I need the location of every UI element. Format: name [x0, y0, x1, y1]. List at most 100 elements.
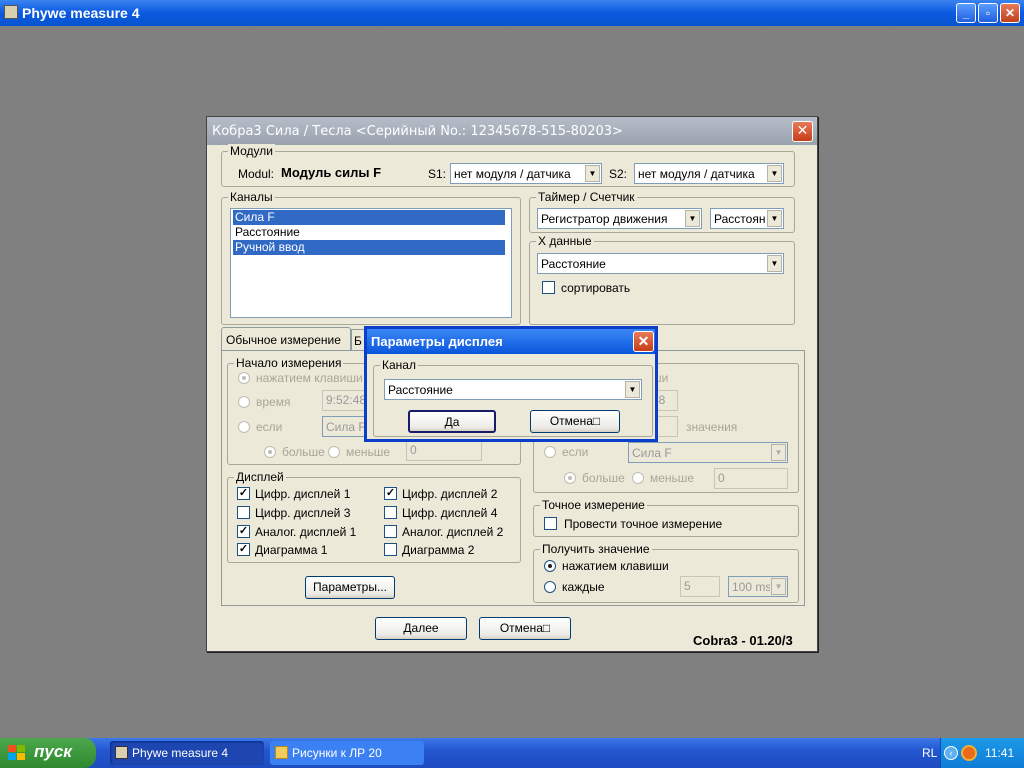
start-time-radio[interactable] [238, 396, 250, 408]
next-button[interactable]: Далее [375, 617, 467, 640]
display-checkbox[interactable] [384, 525, 397, 538]
channel-item[interactable]: Расстояние [233, 225, 505, 240]
display-checkbox[interactable]: ✓ [237, 525, 250, 538]
start-time-label: время [256, 395, 291, 409]
tray-app-icon[interactable] [961, 745, 977, 761]
stop-if-label: если [562, 445, 589, 459]
display-checkbox[interactable]: ✓ [237, 487, 250, 500]
xdata-legend: X данные [536, 234, 594, 248]
s1-select[interactable]: нет модуля / датчика ▼ [450, 163, 602, 184]
app-icon [4, 5, 18, 19]
start-threshold-input[interactable]: 0 [406, 440, 482, 461]
chevron-left-icon[interactable]: ‹ [944, 746, 958, 760]
timer-mode-select[interactable]: Регистратор движения ▼ [537, 208, 702, 229]
precise-checkbox[interactable] [544, 517, 557, 530]
display-checkbox[interactable] [384, 506, 397, 519]
start-button[interactable]: пуск [0, 738, 96, 768]
stop-less-radio[interactable] [632, 472, 644, 484]
minimize-button[interactable]: _ [956, 3, 976, 23]
display-checkbox[interactable]: ✓ [237, 543, 250, 556]
stop-if-radio[interactable] [544, 446, 556, 458]
start-less-radio[interactable] [328, 446, 340, 458]
channels-group: Каналы Сила F Расстояние Ручной ввод [221, 190, 521, 325]
s2-label: S2: [609, 167, 628, 181]
language-indicator[interactable]: RL [922, 746, 937, 760]
version-label: Cobra3 - 01.20/3 [693, 633, 793, 648]
display-checkbox[interactable] [384, 543, 397, 556]
popup-cancel-button[interactable]: Отмена□ [530, 410, 620, 433]
getvalue-unit-select[interactable]: 100 ms ▼ [728, 576, 788, 597]
window-title: Phywe measure 4 [22, 5, 140, 21]
xdata-select[interactable]: Расстояние ▼ [537, 253, 784, 274]
start-less-label: меньше [346, 445, 391, 459]
s1-value: нет модуля / датчика [454, 167, 571, 181]
getvalue-legend: Получить значение [540, 542, 652, 556]
display-label: Аналог. дисплей 2 [402, 525, 504, 539]
start-if-radio[interactable] [238, 421, 250, 433]
taskbar-item-label: Рисунки к ЛР 20 [292, 746, 382, 760]
stop-greater-radio[interactable] [564, 472, 576, 484]
popup-channel-select[interactable]: Расстояние ▼ [384, 379, 642, 400]
start-keypress-label: нажатием клавиши [256, 371, 363, 385]
maximize-button[interactable]: ▫ [978, 3, 998, 23]
stop-if-select[interactable]: Сила F ▼ [628, 442, 788, 463]
display-legend: Дисплей [234, 470, 286, 484]
chevron-down-icon: ▼ [767, 210, 782, 227]
tab-normal-measurement[interactable]: Обычное измерение [221, 327, 351, 351]
display-group: Дисплей ✓ Цифр. дисплей 1 ✓ Цифр. диспле… [227, 470, 521, 563]
window-title-bar[interactable]: Phywe measure 4 _ ▫ ✕ [0, 0, 1024, 26]
display-checkbox[interactable] [237, 506, 250, 519]
getvalue-keypress-radio[interactable] [544, 560, 556, 572]
close-window-button[interactable]: ✕ [1000, 3, 1020, 23]
channel-item[interactable]: Ручной ввод [233, 240, 505, 255]
s2-select[interactable]: нет модуля / датчика ▼ [634, 163, 784, 184]
channel-item[interactable]: Сила F [233, 210, 505, 225]
chevron-down-icon: ▼ [767, 165, 782, 182]
popup-ok-button[interactable]: Да [408, 410, 496, 433]
display-label: Цифр. дисплей 1 [255, 487, 351, 501]
getvalue-keypress-label: нажатием клавиши [562, 559, 669, 573]
display-label: Диаграмма 1 [255, 543, 328, 557]
tab-label: Б [354, 334, 362, 348]
start-keypress-radio[interactable] [238, 372, 250, 384]
chevron-down-icon: ▼ [771, 444, 786, 461]
taskbar: пуск Phywe measure 4 Рисунки к ЛР 20 RL … [0, 738, 1024, 768]
popup-channel-group: Канал Расстояние ▼ Да Отмена□ [373, 358, 653, 437]
stop-less-label: меньше [650, 471, 695, 485]
channels-list[interactable]: Сила F Расстояние Ручной ввод [230, 208, 512, 318]
folder-icon [275, 746, 288, 759]
clock: 11:41 [985, 746, 1015, 760]
popup-channel-value: Расстояние [388, 383, 453, 397]
stop-if-value: Сила F [632, 446, 672, 460]
s1-label: S1: [428, 167, 447, 181]
cancel-button[interactable]: Отмена□ [479, 617, 571, 640]
s2-value: нет модуля / датчика [638, 167, 755, 181]
chevron-down-icon: ▼ [771, 578, 786, 595]
chevron-down-icon: ▼ [767, 255, 782, 272]
taskbar-item-phywe[interactable]: Phywe measure 4 [110, 741, 264, 765]
timer-unit-select[interactable]: Расстоян ▼ [710, 208, 784, 229]
dialog-title-bar[interactable]: Кобра3 Сила / Тесла <Серийный No.: 12345… [207, 117, 817, 145]
getvalue-every-radio[interactable] [544, 581, 556, 593]
sort-checkbox[interactable] [542, 281, 555, 294]
xdata-group: X данные Расстояние ▼ сортировать [529, 234, 795, 325]
parameters-button[interactable]: Параметры... [305, 576, 395, 599]
taskbar-item-folder[interactable]: Рисунки к ЛР 20 [270, 741, 424, 765]
stop-threshold-input[interactable]: 0 [714, 468, 788, 489]
sort-label: сортировать [561, 281, 631, 295]
dialog-close-button[interactable]: ✕ [792, 121, 813, 142]
start-greater-radio[interactable] [264, 446, 276, 458]
getvalue-every-input[interactable]: 5 [680, 576, 720, 597]
modul-label: Modul: [238, 167, 275, 181]
app-icon [115, 746, 128, 759]
start-if-label: если [256, 420, 283, 434]
modul-value: Модуль силы F [281, 165, 382, 180]
popup-channel-legend: Канал [380, 358, 418, 372]
display-label: Цифр. дисплей 4 [402, 506, 498, 520]
popup-close-button[interactable]: ✕ [633, 331, 654, 352]
channels-legend: Каналы [228, 190, 275, 204]
display-checkbox[interactable]: ✓ [384, 487, 397, 500]
popup-title-bar[interactable]: Параметры дисплея ✕ [367, 329, 655, 354]
popup-title: Параметры дисплея [371, 334, 503, 349]
getvalue-unit-value: 100 ms [732, 580, 770, 594]
